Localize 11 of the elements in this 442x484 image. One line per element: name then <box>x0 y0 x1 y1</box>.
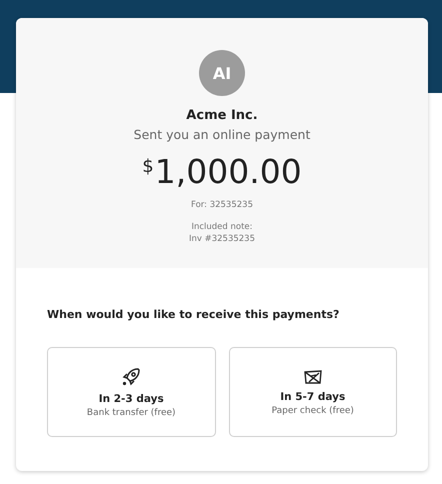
delivery-option[interactable]: In 2-3 days Bank transfer (free) <box>47 347 216 437</box>
payment-amount: $1,000.00 <box>142 152 302 191</box>
note-label: Included note: <box>191 221 253 233</box>
delivery-option[interactable]: In 5-7 days Paper check (free) <box>228 347 397 437</box>
note-text: Inv #32535235 <box>188 233 255 245</box>
rocket-icon <box>121 366 142 386</box>
payment-reference: For: 32535235 <box>191 199 253 211</box>
sender-name: Acme Inc. <box>186 108 258 123</box>
payment-subtitle: Sent you an online payment <box>134 127 310 142</box>
receive-question: When would you like to receive this payments? <box>47 308 340 321</box>
sender-avatar: AI <box>199 50 245 96</box>
